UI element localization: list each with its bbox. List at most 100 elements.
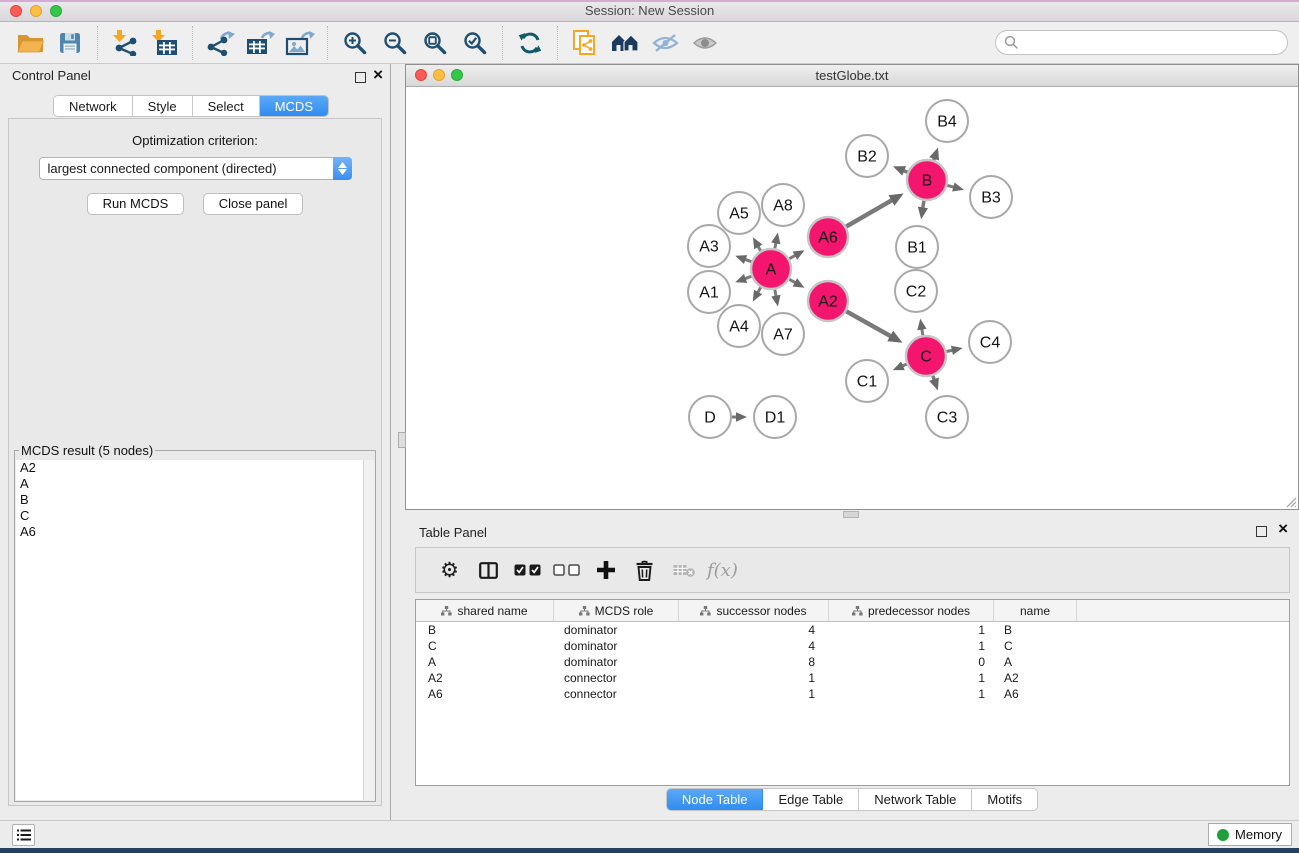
- import-network-icon[interactable]: [105, 25, 145, 61]
- graph-node-label: A2: [818, 294, 838, 311]
- search-input[interactable]: [995, 30, 1288, 55]
- export-image-icon[interactable]: [280, 25, 320, 61]
- table-cell: 4: [679, 639, 829, 653]
- column-header-successor-nodes[interactable]: successor nodes: [679, 600, 829, 621]
- table-row[interactable]: Adominator80A: [416, 654, 1289, 670]
- table-cell: A2: [994, 671, 1077, 685]
- tab-select[interactable]: Select: [193, 96, 260, 116]
- status-bar: Memory: [0, 820, 1299, 848]
- create-column-icon[interactable]: [586, 550, 625, 590]
- column-header-mcds-role[interactable]: MCDS role: [554, 600, 679, 621]
- export-table-icon[interactable]: [240, 25, 280, 61]
- graph-edge-arrowhead: [929, 148, 939, 161]
- memory-label: Memory: [1235, 827, 1282, 842]
- close-panel-icon[interactable]: ×: [373, 65, 383, 85]
- attribute-type-icon: [852, 606, 863, 616]
- network-canvas[interactable]: B4B2BB3A5A8A6A3B1AA1C2A2A4A7C4CC1C3DD1: [406, 87, 1298, 509]
- table-cell: C: [416, 639, 554, 653]
- mcds-result-item[interactable]: A6: [16, 524, 374, 540]
- graph-node-label: A6: [818, 230, 838, 247]
- table-cell: dominator: [554, 655, 679, 669]
- network-view-window: testGlobe.txt B4B2BB3A5A8A6A3B1AA1C2A2A4…: [405, 64, 1299, 510]
- float-table-panel-icon[interactable]: [1256, 526, 1267, 537]
- zoom-in-icon[interactable]: [335, 25, 375, 61]
- toolbar-separator: [557, 26, 558, 60]
- mcds-result-item[interactable]: B: [16, 492, 374, 508]
- tab-style[interactable]: Style: [133, 96, 193, 116]
- node-table: shared name MCDS role successor nodes pr…: [415, 599, 1290, 786]
- zoom-out-icon[interactable]: [375, 25, 415, 61]
- tab-edge-table[interactable]: Edge Table: [763, 789, 859, 810]
- close-panel-button[interactable]: Close panel: [203, 193, 304, 215]
- table-row[interactable]: Cdominator41C: [416, 638, 1289, 654]
- deselect-all-rows-icon[interactable]: [547, 550, 586, 590]
- select-all-rows-icon[interactable]: [508, 550, 547, 590]
- table-row[interactable]: A2connector11A2: [416, 670, 1289, 686]
- resize-grip-icon[interactable]: [1284, 495, 1297, 508]
- first-neighbors-icon[interactable]: [605, 25, 645, 61]
- graph-node-label: A: [766, 262, 777, 279]
- panel-splitter-handle[interactable]: [398, 432, 406, 448]
- graph-edge-arrowhead: [771, 295, 780, 307]
- tab-node-table[interactable]: Node Table: [667, 789, 764, 810]
- table-cell: 1: [829, 623, 994, 637]
- float-panel-icon[interactable]: [355, 72, 366, 83]
- mcds-result-item[interactable]: C: [16, 508, 374, 524]
- hide-selected-icon[interactable]: [645, 25, 685, 61]
- tab-network-table[interactable]: Network Table: [859, 789, 972, 810]
- tab-mcds[interactable]: MCDS: [260, 96, 328, 116]
- graph-edge-arrowhead: [917, 319, 926, 331]
- mcds-result-item[interactable]: A: [16, 476, 374, 492]
- mcds-result-title: MCDS result (5 nodes): [19, 443, 155, 458]
- table-tabs: Node Table Edge Table Network Table Moti…: [666, 788, 1038, 811]
- toolbar-separator: [327, 26, 328, 60]
- graph-node-label: D1: [765, 410, 786, 427]
- table-cell: 4: [679, 623, 829, 637]
- horizontal-splitter-handle[interactable]: [843, 511, 859, 518]
- mcds-result-item[interactable]: A2: [16, 460, 374, 476]
- column-header-name[interactable]: name: [994, 600, 1077, 621]
- graph-edge-arrowhead: [893, 166, 906, 176]
- zoom-fit-icon[interactable]: [415, 25, 455, 61]
- delete-columns-icon[interactable]: [625, 550, 664, 590]
- network-graph: B4B2BB3A5A8A6A3B1AA1C2A2A4A7C4CC1C3DD1: [406, 87, 1298, 510]
- network-window-titlebar[interactable]: testGlobe.txt: [406, 65, 1298, 87]
- table-cell: 1: [829, 671, 994, 685]
- criterion-value: largest connected component (directed): [40, 161, 333, 176]
- duplicate-network-icon[interactable]: [565, 25, 605, 61]
- table-settings-icon[interactable]: ⚙: [430, 550, 469, 590]
- export-network-icon[interactable]: [200, 25, 240, 61]
- tab-motifs[interactable]: Motifs: [972, 789, 1037, 810]
- table-header-row: shared name MCDS role successor nodes pr…: [416, 600, 1289, 622]
- graph-edge-arrowhead: [735, 255, 747, 264]
- import-table-icon[interactable]: [145, 25, 185, 61]
- task-history-button[interactable]: [12, 824, 35, 846]
- show-all-icon[interactable]: [685, 25, 725, 61]
- open-session-icon[interactable]: [10, 25, 50, 61]
- memory-button[interactable]: Memory: [1208, 823, 1292, 846]
- column-header-predecessor-nodes[interactable]: predecessor nodes: [829, 600, 994, 621]
- save-session-icon[interactable]: [50, 25, 90, 61]
- tab-network[interactable]: Network: [54, 96, 133, 116]
- table-row[interactable]: Bdominator41B: [416, 622, 1289, 638]
- control-panel-tabs: Network Style Select MCDS: [53, 95, 329, 117]
- graph-edge-arrowhead: [735, 274, 747, 283]
- scrollbar-track[interactable]: [363, 460, 374, 800]
- column-visibility-icon[interactable]: [469, 550, 508, 590]
- zoom-selected-icon[interactable]: [455, 25, 495, 61]
- dropdown-stepper-icon: [333, 157, 352, 180]
- graph-node-label: B4: [937, 114, 957, 131]
- table-cell: 8: [679, 655, 829, 669]
- optimization-criterion-label: Optimization criterion:: [9, 133, 381, 148]
- run-mcds-button[interactable]: Run MCDS: [87, 193, 185, 215]
- table-row[interactable]: A6connector11A6: [416, 686, 1289, 702]
- close-table-panel-icon[interactable]: ×: [1278, 519, 1288, 539]
- refresh-view-icon[interactable]: [510, 25, 550, 61]
- table-cell: 1: [829, 687, 994, 701]
- attribute-type-icon: [700, 606, 711, 616]
- criterion-dropdown[interactable]: largest connected component (directed): [39, 157, 352, 180]
- graph-node-label: C1: [857, 374, 878, 391]
- mcds-panel-body: Optimization criterion: largest connecte…: [8, 118, 382, 806]
- column-header-shared-name[interactable]: shared name: [416, 600, 554, 621]
- table-cell: 1: [679, 687, 829, 701]
